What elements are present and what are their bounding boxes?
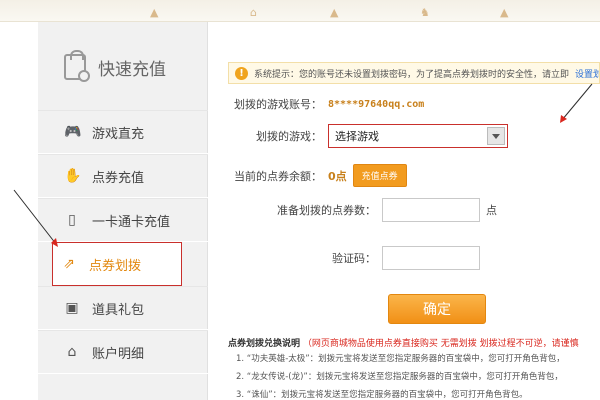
- annotation-arrows: [13, 83, 593, 247]
- arrow-to-transfer: [13, 189, 57, 245]
- arrow-to-game-select: [561, 83, 593, 121]
- arrow-head-icon: [560, 115, 567, 123]
